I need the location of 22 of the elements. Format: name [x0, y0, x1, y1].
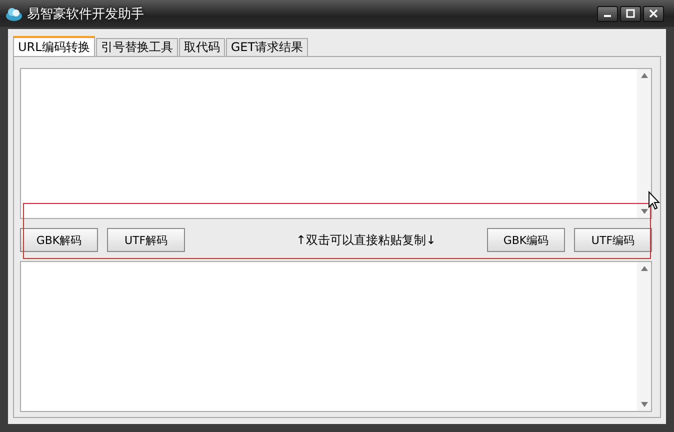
scroll-up-icon[interactable] — [640, 73, 648, 78]
scroll-up-icon[interactable] — [640, 266, 648, 271]
window-title: 易智豪软件开发助手 — [27, 6, 145, 22]
decode-button[interactable]: UTF解码 — [107, 228, 185, 252]
tab[interactable]: URL编码转换 — [13, 36, 95, 56]
maximize-icon — [626, 9, 635, 18]
encode-button[interactable]: UTF编码 — [574, 228, 652, 252]
close-icon — [649, 9, 658, 18]
tab[interactable]: 取代码 — [178, 38, 225, 56]
scroll-down-icon[interactable] — [640, 402, 648, 407]
minimize-button[interactable] — [597, 6, 618, 22]
decode-button[interactable]: GBK解码 — [20, 228, 98, 252]
text-area[interactable] — [20, 68, 652, 219]
maximize-button[interactable] — [620, 6, 641, 22]
encode-button[interactable]: GBK编码 — [486, 228, 565, 252]
scroll-down-icon[interactable] — [640, 209, 648, 214]
cloud-icon — [5, 6, 23, 22]
cursor-icon — [648, 191, 660, 210]
tab[interactable]: 引号替换工具 — [96, 38, 178, 56]
close-button[interactable] — [643, 6, 664, 22]
tab[interactable]: GET请求结果 — [226, 38, 308, 56]
hint-text: ↑双击可以直接粘贴复制↓ — [296, 232, 436, 248]
